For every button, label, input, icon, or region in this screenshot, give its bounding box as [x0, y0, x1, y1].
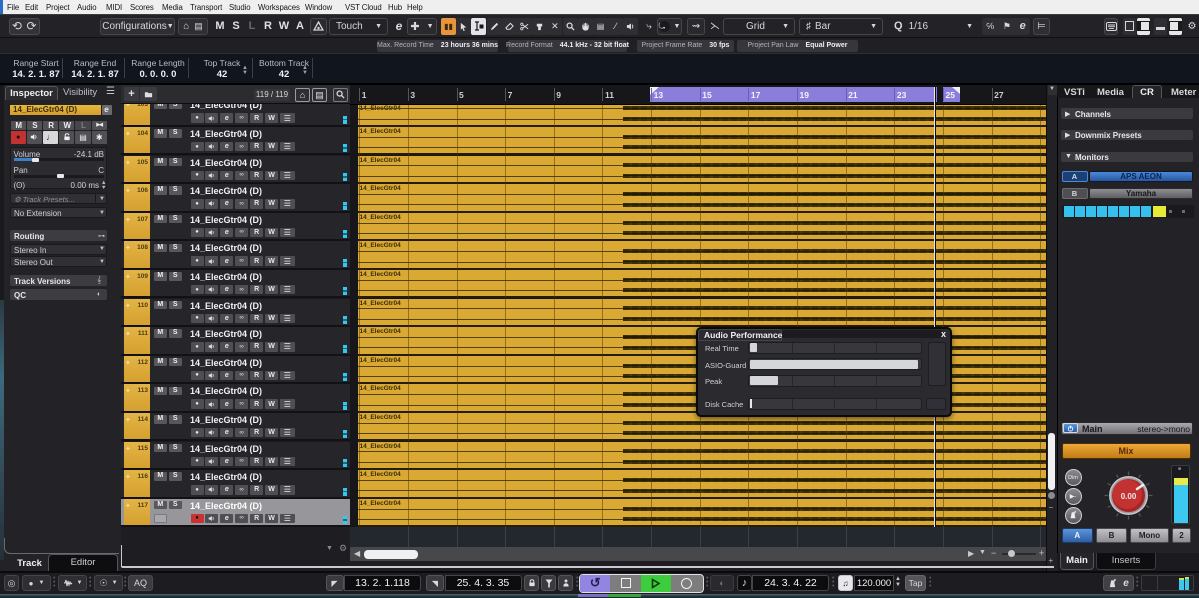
svg-text:0.00: 0.00: [1121, 492, 1137, 501]
